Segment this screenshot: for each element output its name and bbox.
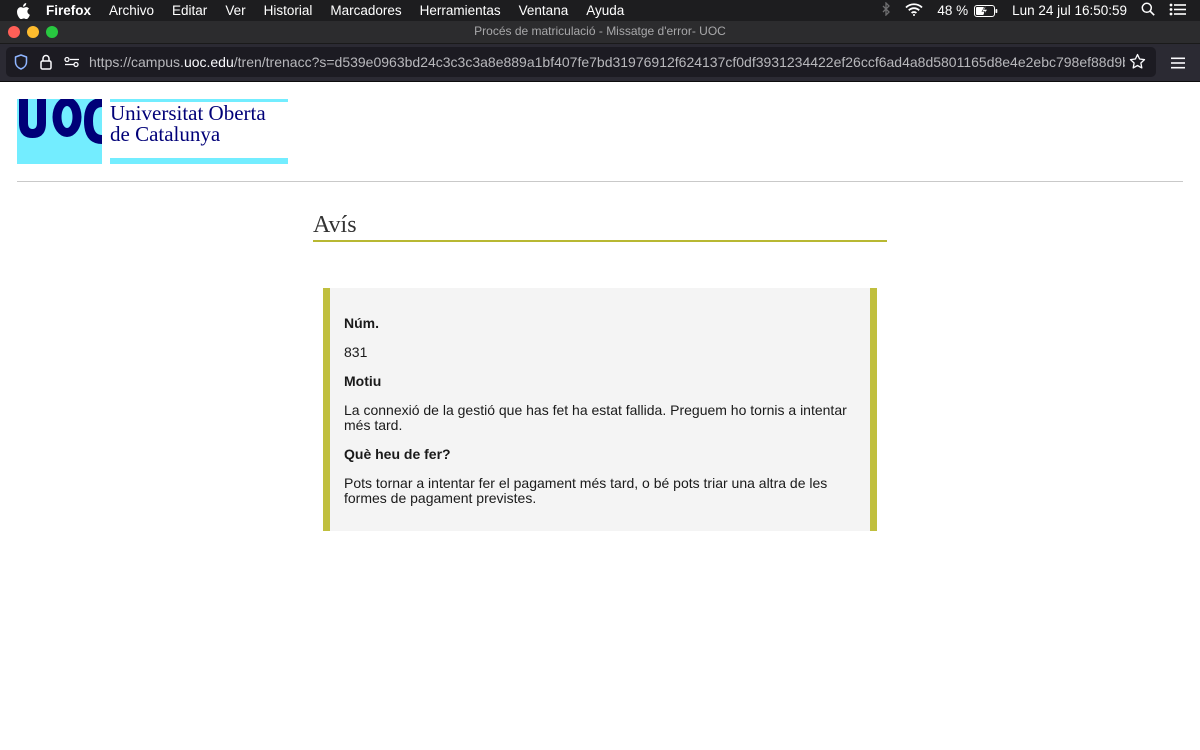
page-content: Universitat Oberta de Catalunya Avís Núm… [0,82,1200,750]
battery-percent: 48 % [937,3,969,18]
lock-icon[interactable] [40,54,52,75]
window-title: Procés de matriculació - Missatge d'erro… [474,24,726,38]
url-prefix: https://campus. [89,54,184,70]
url-bar[interactable]: https://campus.uoc.edu/tren/trenacc?s=d5… [6,47,1156,77]
menu-editar[interactable]: Editar [172,3,207,18]
logo-bottom-line [110,158,288,164]
menu-historial[interactable]: Historial [264,3,313,18]
todo-text: Pots tornar a intentar fer el pagament m… [344,475,828,506]
logo-line-2: de Catalunya [110,122,221,146]
macos-menu-bar: Firefox Archivo Editar Ver Historial Mar… [0,0,1200,21]
window-title-bar: Procés de matriculació - Missatge d'erro… [0,21,1200,44]
tracking-protection-shield-icon[interactable] [14,54,28,75]
menu-ventana[interactable]: Ventana [519,3,569,18]
bookmark-star-icon[interactable] [1129,53,1146,75]
reason-label: Motiu [344,373,382,389]
num-label: Núm. [344,315,379,331]
apple-icon[interactable] [16,2,32,19]
page-title-text: Avís [313,212,357,238]
site-permissions-icon[interactable] [64,55,80,73]
error-notice-box: Núm. 831 Motiu La connexió de la gestió … [323,288,877,531]
url-domain: uoc.edu [183,54,234,70]
menu-ver[interactable]: Ver [225,3,245,18]
reason-text: La connexió de la gestió que has fet ha … [344,402,847,433]
page-title: Avís [313,210,887,242]
uoc-logo-mark [17,99,102,164]
logo-wordmark: Universitat Oberta de Catalunya [110,103,290,145]
logo-line-1: Universitat Oberta [110,101,266,125]
uoc-logo[interactable]: Universitat Oberta de Catalunya [17,99,289,165]
todo-label: Què heu de fer? [344,446,451,462]
browser-toolbar: https://campus.uoc.edu/tren/trenacc?s=d5… [0,44,1200,82]
app-menu-icon[interactable] [1171,56,1185,74]
bluetooth-icon[interactable] [882,1,891,19]
menu-marcadores[interactable]: Marcadores [330,3,401,18]
spotlight-search-icon[interactable] [1141,2,1155,19]
menu-ayuda[interactable]: Ayuda [586,3,624,18]
battery-charging-icon [974,4,998,17]
wifi-icon[interactable] [905,2,923,19]
battery-status[interactable]: 48 % [937,3,998,18]
num-value: 831 [344,344,368,360]
menu-app-firefox[interactable]: Firefox [46,3,91,18]
header-divider [17,181,1183,182]
menubar-datetime[interactable]: Lun 24 jul 16:50:59 [1012,3,1127,18]
url-path: /tren/trenacc?s=d539e0963bd24c3c3c3a8e88… [233,54,1125,70]
control-center-icon[interactable] [1169,3,1186,19]
url-text[interactable]: https://campus.uoc.edu/tren/trenacc?s=d5… [89,54,1125,70]
menu-archivo[interactable]: Archivo [109,3,154,18]
menu-herramientas[interactable]: Herramientas [420,3,501,18]
